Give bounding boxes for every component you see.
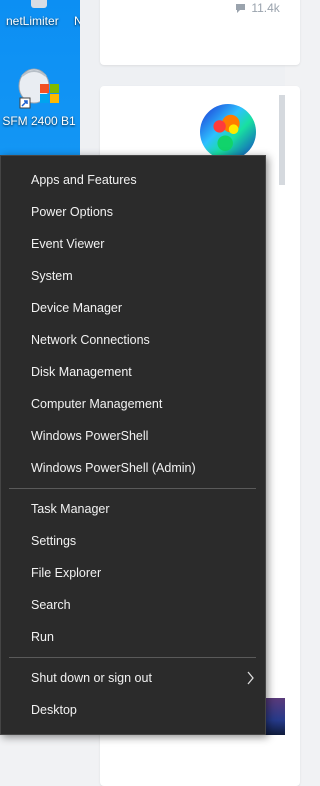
menu-item-search[interactable]: Search <box>1 589 265 621</box>
menu-item-shut-down-or-sign-out[interactable]: Shut down or sign out <box>1 662 265 694</box>
menu-item-label: Shut down or sign out <box>31 671 152 685</box>
menu-item-windows-powershell[interactable]: Windows PowerShell <box>1 420 265 452</box>
comment-count[interactable]: 11.4k <box>235 1 280 15</box>
comment-count-value: 11.4k <box>251 1 280 15</box>
taskbar-app-thumbnail <box>266 698 285 735</box>
menu-separator <box>9 488 256 489</box>
menu-item-settings[interactable]: Settings <box>1 525 265 557</box>
winx-context-menu: Apps and Features Power Options Event Vi… <box>0 155 266 735</box>
menu-item-network-connections[interactable]: Network Connections <box>1 324 265 356</box>
menu-item-computer-management[interactable]: Computer Management <box>1 388 265 420</box>
menu-item-system[interactable]: System <box>1 260 265 292</box>
menu-separator <box>9 657 256 658</box>
desktop-icon-netlimiter[interactable]: netLimiter <box>0 0 78 28</box>
scrollbar-thumb[interactable] <box>279 95 285 185</box>
menu-item-task-manager[interactable]: Task Manager <box>1 493 265 525</box>
menu-item-run[interactable]: Run <box>1 621 265 653</box>
menu-item-windows-powershell-admin[interactable]: Windows PowerShell (Admin) <box>1 452 265 484</box>
desktop-icon-sfm[interactable]: SFM 2400 B1 <box>0 66 78 128</box>
desktop-icon-label: netLimiter <box>6 14 59 28</box>
menu-item-apps-and-features[interactable]: Apps and Features <box>1 164 265 196</box>
menu-item-event-viewer[interactable]: Event Viewer <box>1 228 265 260</box>
netlimiter-icon <box>17 0 61 10</box>
sfm-setup-icon <box>12 66 66 112</box>
chevron-right-icon <box>247 671 254 685</box>
comment-icon <box>236 4 245 13</box>
user-avatar[interactable] <box>200 104 256 160</box>
menu-item-device-manager[interactable]: Device Manager <box>1 292 265 324</box>
menu-item-file-explorer[interactable]: File Explorer <box>1 557 265 589</box>
desktop-icon-label: SFM 2400 B1 <box>2 114 76 128</box>
menu-item-disk-management[interactable]: Disk Management <box>1 356 265 388</box>
menu-item-power-options[interactable]: Power Options <box>1 196 265 228</box>
menu-item-desktop[interactable]: Desktop <box>1 694 265 726</box>
